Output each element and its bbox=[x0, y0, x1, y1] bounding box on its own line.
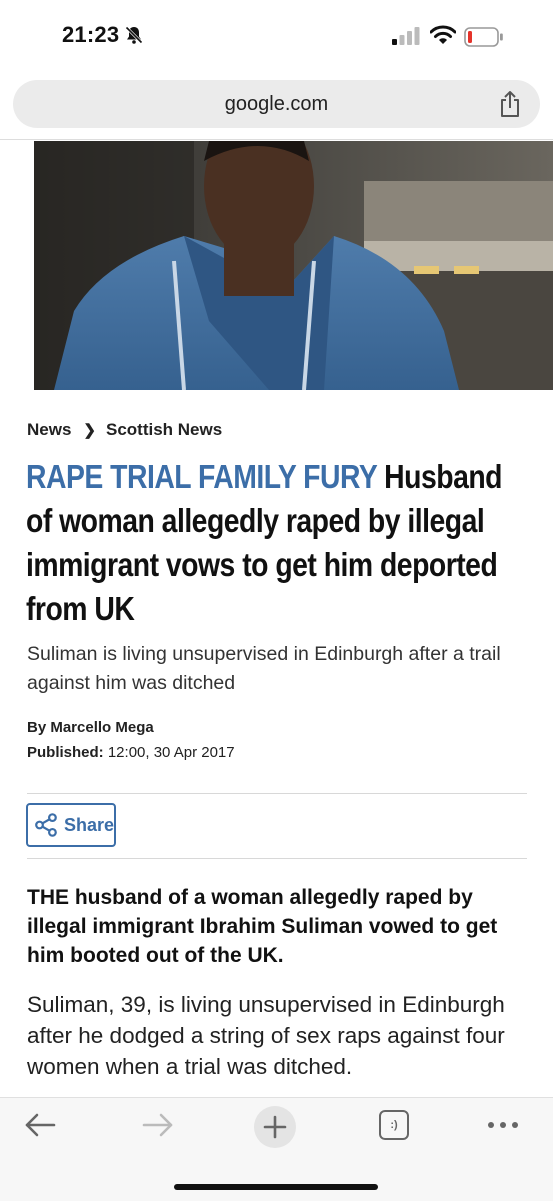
address-bar[interactable]: google.com bbox=[13, 80, 540, 128]
status-bar: 21:23 bbox=[0, 0, 553, 75]
published-value: 12:00, 30 Apr 2017 bbox=[103, 744, 235, 761]
tabs-button[interactable]: :) bbox=[379, 1110, 409, 1140]
share-button-label: Share bbox=[63, 814, 114, 835]
breadcrumb: News ❯ Scottish News bbox=[27, 420, 222, 440]
wifi-icon bbox=[430, 25, 456, 44]
chevron-right-icon: ❯ bbox=[83, 422, 96, 439]
tabs-icon: :) bbox=[390, 1119, 398, 1131]
plus-icon bbox=[263, 1115, 287, 1139]
headline-kicker: RAPE TRIAL FAMILY FURY bbox=[26, 458, 377, 495]
home-indicator[interactable] bbox=[174, 1184, 378, 1190]
cellular-signal-icon bbox=[392, 27, 420, 45]
divider bbox=[27, 793, 527, 794]
more-options-icon[interactable] bbox=[486, 1112, 520, 1138]
article-headline: RAPE TRIAL FAMILY FURY Husband of woman … bbox=[26, 455, 533, 631]
published-date: Published: 12:00, 30 Apr 2017 bbox=[27, 744, 235, 761]
forward-arrow-icon[interactable] bbox=[142, 1110, 174, 1140]
back-arrow-icon[interactable] bbox=[24, 1110, 56, 1140]
author-byline[interactable]: By Marcello Mega bbox=[27, 719, 154, 736]
new-tab-button[interactable] bbox=[254, 1106, 296, 1148]
battery-icon bbox=[464, 27, 503, 47]
article-lede: THE husband of a woman allegedly raped b… bbox=[27, 886, 498, 967]
share-icon[interactable] bbox=[498, 90, 522, 118]
share-button[interactable]: Share bbox=[26, 803, 116, 847]
toolbar-divider bbox=[0, 139, 553, 140]
divider bbox=[27, 858, 527, 859]
share-nodes-icon bbox=[35, 813, 57, 837]
article-hero-image bbox=[34, 141, 553, 390]
breadcrumb-scottish-news-link[interactable]: Scottish News bbox=[106, 420, 222, 440]
article-paragraph: Suliman, 39, is living unsupervised in E… bbox=[27, 992, 505, 1079]
breadcrumb-news-link[interactable]: News bbox=[27, 420, 71, 440]
silent-bell-icon bbox=[125, 26, 143, 44]
status-time: 21:23 bbox=[62, 22, 120, 47]
article-standfirst: Suliman is living unsupervised in Edinbu… bbox=[27, 643, 501, 694]
address-url: google.com bbox=[224, 93, 329, 115]
published-label: Published: bbox=[27, 744, 104, 761]
